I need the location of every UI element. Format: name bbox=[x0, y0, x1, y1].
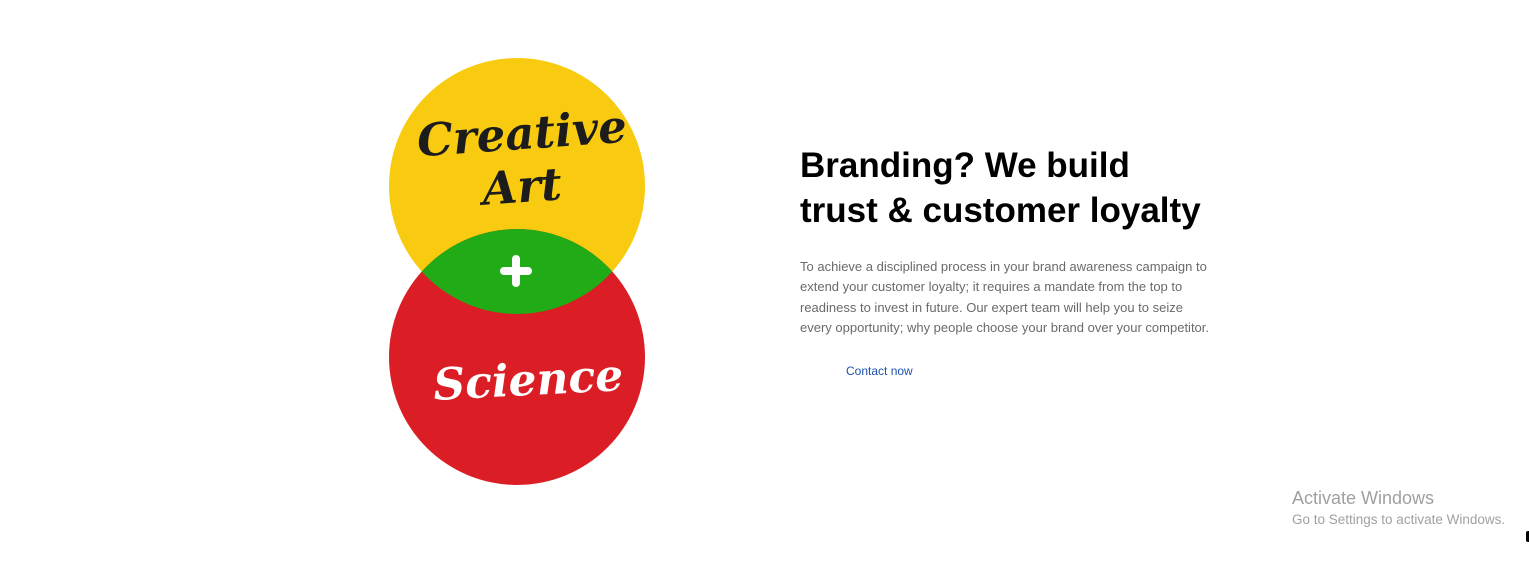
science-label: Science bbox=[432, 350, 624, 411]
art-label: Art bbox=[476, 157, 563, 216]
headline-line-1: Branding? We build bbox=[800, 146, 1130, 185]
hero-copy: Branding? We build trust & customer loya… bbox=[800, 143, 1230, 380]
watermark-subtitle: Go to Settings to activate Windows. bbox=[1292, 512, 1506, 527]
hero-body-text: To achieve a disciplined process in your… bbox=[800, 259, 1210, 335]
headline-line-2: trust & customer loyalty bbox=[800, 191, 1201, 230]
watermark-title: Activate Windows bbox=[1292, 488, 1435, 508]
hero-headline: Branding? We build trust & customer loya… bbox=[800, 143, 1230, 233]
creative-art-science-illustration: Creative Art Science bbox=[380, 50, 660, 495]
contact-now-link[interactable]: Contact now bbox=[846, 364, 913, 378]
activate-windows-watermark: Activate Windows Go to Settings to activ… bbox=[1292, 486, 1505, 530]
